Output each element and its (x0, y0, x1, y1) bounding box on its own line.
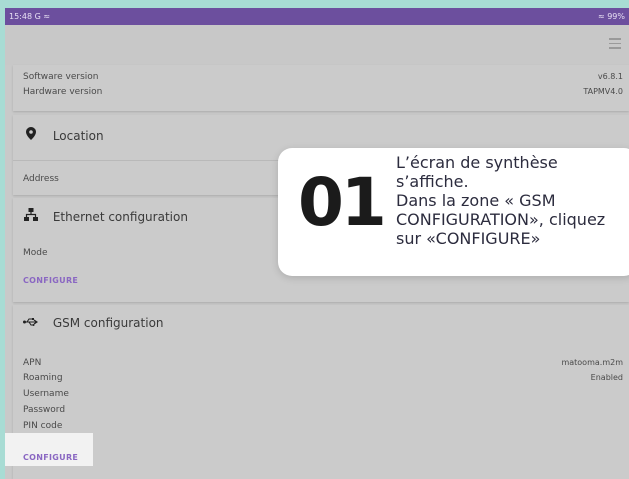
usb-icon (23, 316, 39, 330)
status-time: 15:48 G ≈ (9, 12, 50, 21)
app-bar (5, 25, 629, 65)
instruction-callout: 01 L’écran de synthèse s’affiche. Dans l… (278, 148, 629, 276)
callout-line: Dans la zone « GSM (396, 191, 556, 210)
software-version-row: Software version v6.8.1 (23, 72, 623, 82)
password-row: Password (23, 405, 623, 415)
gsm-configure-button[interactable]: CONFIGURE (23, 453, 78, 462)
apn-label: APN (23, 358, 42, 368)
location-title-text: Location (52, 129, 104, 143)
apn-value: matooma.m2m (561, 358, 623, 367)
gsm-card: GSM configuration APN matooma.m2m Roamin… (5, 305, 629, 479)
status-time-text: 15:48 (9, 12, 33, 21)
status-bar: 15:48 G ≈ ≈ 99% (5, 8, 629, 25)
pin-code-label: PIN code (23, 421, 63, 431)
gsm-title: GSM configuration (23, 316, 164, 330)
callout-line: CONFIGURATION», cliquez (396, 210, 606, 229)
ethernet-configure-button[interactable]: CONFIGURE (23, 276, 78, 285)
battery-indicator: ≈ 99% (597, 12, 625, 21)
roaming-value: Enabled (590, 373, 623, 382)
roaming-label: Roaming (23, 373, 63, 383)
hardware-version-row: Hardware version TAPMV4.0 (23, 87, 623, 97)
hardware-version-value: TAPMV4.0 (583, 87, 623, 96)
address-label: Address (23, 174, 59, 184)
software-version-value: v6.8.1 (597, 72, 623, 81)
step-number: 01 (298, 164, 387, 241)
location-pin-icon (23, 127, 39, 143)
password-label: Password (23, 405, 66, 415)
software-version-label: Software version (23, 72, 99, 82)
gsm-title-text: GSM configuration (52, 316, 164, 330)
ethernet-icon (23, 208, 39, 224)
callout-line: s’affiche. (396, 172, 469, 191)
username-row: Username (23, 389, 623, 399)
roaming-row: Roaming Enabled (23, 373, 623, 383)
callout-text: L’écran de synthèse s’affiche. Dans la z… (396, 153, 629, 248)
pin-code-row: PIN code (23, 421, 623, 431)
apn-row: APN matooma.m2m (23, 358, 623, 368)
username-label: Username (23, 389, 69, 399)
hardware-version-label: Hardware version (23, 87, 103, 97)
callout-line: L’écran de synthèse (396, 153, 558, 172)
status-icons: G ≈ (34, 12, 51, 21)
location-title: Location (23, 127, 104, 143)
ethernet-title: Ethernet configuration (23, 208, 188, 224)
callout-line: sur «CONFIGURE» (396, 229, 541, 248)
hamburger-menu-icon[interactable] (609, 38, 621, 49)
version-card: Software version v6.8.1 Hardware version… (13, 65, 629, 111)
ethernet-title-text: Ethernet configuration (52, 210, 188, 224)
mode-label: Mode (23, 248, 48, 258)
